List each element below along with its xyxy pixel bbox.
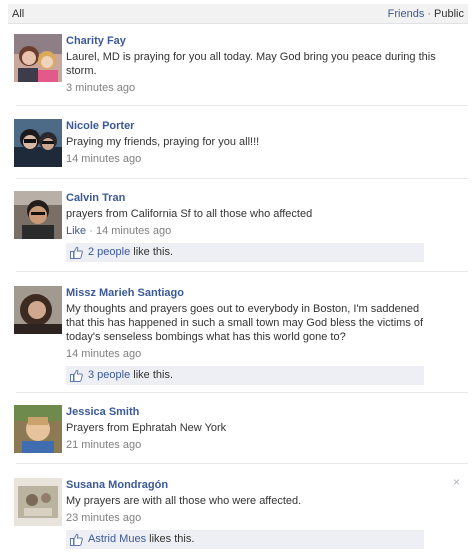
comments-filter-bar: All Friends · Public xyxy=(8,4,468,24)
comment-timestamp[interactable]: 14 minutes ago xyxy=(66,348,141,360)
comment-item: Missz Marieh Santiago My thoughts and pr… xyxy=(8,272,468,393)
comment-meta: 14 minutes ago xyxy=(66,347,436,361)
filter-public-link[interactable]: Public xyxy=(434,8,464,20)
avatar[interactable] xyxy=(14,405,62,453)
comment-text: Praying my friends, praying for you all!… xyxy=(66,136,260,148)
comment-timestamp[interactable]: 23 minutes ago xyxy=(66,512,141,524)
likes-text: 2 people like this. xyxy=(88,243,173,262)
likers-link[interactable]: 3 people xyxy=(88,369,130,381)
comment-author-link[interactable]: Charity Fay xyxy=(66,34,436,48)
profile-photo-icon xyxy=(14,286,62,334)
comment-meta: 3 minutes ago xyxy=(66,81,436,95)
comment-text: Laurel, MD is praying for you all today.… xyxy=(66,51,436,77)
thumbs-up-icon xyxy=(70,246,83,259)
comment-timestamp[interactable]: 21 minutes ago xyxy=(66,439,141,451)
avatar[interactable] xyxy=(14,191,62,239)
comment-meta: 21 minutes ago xyxy=(66,438,436,452)
comment-item: Susana Mondragón My prayers are with all… xyxy=(8,464,468,554)
comment-body: Susana Mondragón My prayers are with all… xyxy=(66,478,436,549)
avatar[interactable] xyxy=(14,286,62,334)
likers-link[interactable]: Astrid Mues xyxy=(88,533,146,545)
profile-photo-icon xyxy=(14,119,62,167)
comment-timestamp[interactable]: 14 minutes ago xyxy=(66,153,141,165)
avatar[interactable] xyxy=(14,34,62,82)
comment-author-link[interactable]: Nicole Porter xyxy=(66,119,436,133)
comment-item: Nicole Porter Praying my friends, prayin… xyxy=(8,106,468,179)
comment-body: Missz Marieh Santiago My thoughts and pr… xyxy=(66,286,436,385)
comment-item: Calvin Tran prayers from California Sf t… xyxy=(8,179,468,272)
comment-author-link[interactable]: Calvin Tran xyxy=(66,191,436,205)
thumbs-up-icon xyxy=(70,533,83,546)
comment-body: Jessica Smith Prayers from Ephratah New … xyxy=(66,405,436,452)
comment-meta: 14 minutes ago xyxy=(66,152,436,166)
likes-suffix: like this. xyxy=(130,246,174,258)
comment-author-link[interactable]: Susana Mondragón xyxy=(66,478,436,492)
likes-suffix: like this. xyxy=(130,369,174,381)
filter-separator: · xyxy=(427,8,432,20)
comment-body: Nicole Porter Praying my friends, prayin… xyxy=(66,119,436,166)
likes-bar: 3 people like this. xyxy=(66,366,424,385)
likes-bar: 2 people like this. xyxy=(66,243,424,262)
avatar[interactable] xyxy=(14,478,62,526)
comment-author-link[interactable]: Jessica Smith xyxy=(66,405,436,419)
profile-photo-icon xyxy=(14,478,62,526)
comment-text: prayers from California Sf to all those … xyxy=(66,208,313,220)
comment-meta: Like · 14 minutes ago xyxy=(66,224,436,238)
meta-separator: · xyxy=(86,225,96,237)
profile-photo-icon xyxy=(14,405,62,453)
avatar[interactable] xyxy=(14,119,62,167)
thumbs-up-icon xyxy=(70,369,83,382)
likes-suffix: likes this. xyxy=(146,533,195,545)
comment-body: Charity Fay Laurel, MD is praying for yo… xyxy=(66,34,436,95)
filter-friends-link[interactable]: Friends xyxy=(388,8,425,20)
comment-item: Jessica Smith Prayers from Ephratah New … xyxy=(8,393,468,464)
comment-timestamp[interactable]: 3 minutes ago xyxy=(66,82,135,94)
likes-text: 3 people like this. xyxy=(88,366,173,385)
comment-body: Calvin Tran prayers from California Sf t… xyxy=(66,191,436,262)
filter-all-label: All xyxy=(12,8,25,20)
like-link[interactable]: Like xyxy=(66,225,86,237)
comment-author-link[interactable]: Missz Marieh Santiago xyxy=(66,286,436,300)
filter-options: Friends · Public xyxy=(388,8,464,20)
comment-timestamp[interactable]: 14 minutes ago xyxy=(96,225,171,237)
close-icon[interactable]: × xyxy=(453,476,460,488)
comment-text: My thoughts and prayers goes out to ever… xyxy=(66,303,424,343)
comment-item: Charity Fay Laurel, MD is praying for yo… xyxy=(8,27,468,106)
likes-bar: Astrid Mues likes this. xyxy=(66,530,424,549)
comment-meta: 23 minutes ago xyxy=(66,511,436,525)
likers-link[interactable]: 2 people xyxy=(88,246,130,258)
profile-photo-icon xyxy=(14,191,62,239)
comment-text: My prayers are with all those who were a… xyxy=(66,495,302,507)
profile-photo-icon xyxy=(14,34,62,82)
comment-text: Prayers from Ephratah New York xyxy=(66,422,227,434)
likes-text: Astrid Mues likes this. xyxy=(88,530,194,549)
